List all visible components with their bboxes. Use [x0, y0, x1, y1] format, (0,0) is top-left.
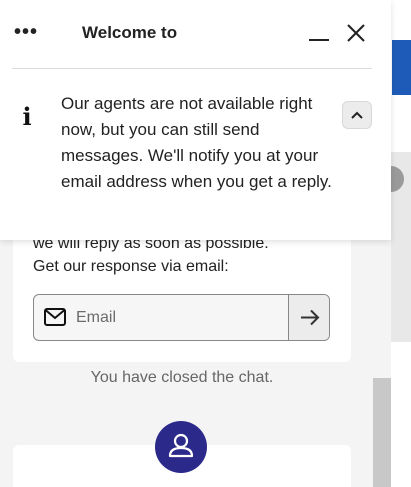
email-field-wrapper — [33, 294, 330, 341]
agents-unavailable-notice: Our agents are not available right now, … — [61, 94, 332, 191]
background-vertical-link — [392, 200, 408, 330]
user-icon — [168, 433, 194, 458]
email-capture-line-2: Get our response via email: — [33, 258, 229, 275]
agent-avatar — [155, 421, 207, 473]
submit-email-button[interactable] — [288, 295, 329, 340]
arrow-right-icon — [301, 309, 320, 326]
minimize-icon — [309, 39, 329, 41]
info-icon: i — [22, 102, 32, 131]
chat-window: ••• Welcome to i Our agents are not avai… — [0, 0, 391, 487]
close-button[interactable] — [343, 20, 369, 46]
header-divider — [12, 68, 372, 69]
chat-closed-status: You have closed the chat. — [90, 369, 274, 386]
chat-title: Welcome to — [82, 23, 178, 42]
chevron-up-icon — [351, 111, 363, 119]
email-field[interactable] — [76, 295, 286, 340]
close-icon — [347, 24, 365, 42]
background-banner — [392, 40, 411, 95]
more-options-button[interactable]: ••• — [14, 22, 44, 46]
mail-icon — [44, 308, 66, 326]
scrollbar-thumb[interactable] — [373, 378, 391, 487]
minimize-button[interactable] — [306, 20, 332, 46]
chat-header: ••• Welcome to i Our agents are not avai… — [0, 0, 391, 240]
collapse-notice-button[interactable] — [342, 101, 372, 129]
